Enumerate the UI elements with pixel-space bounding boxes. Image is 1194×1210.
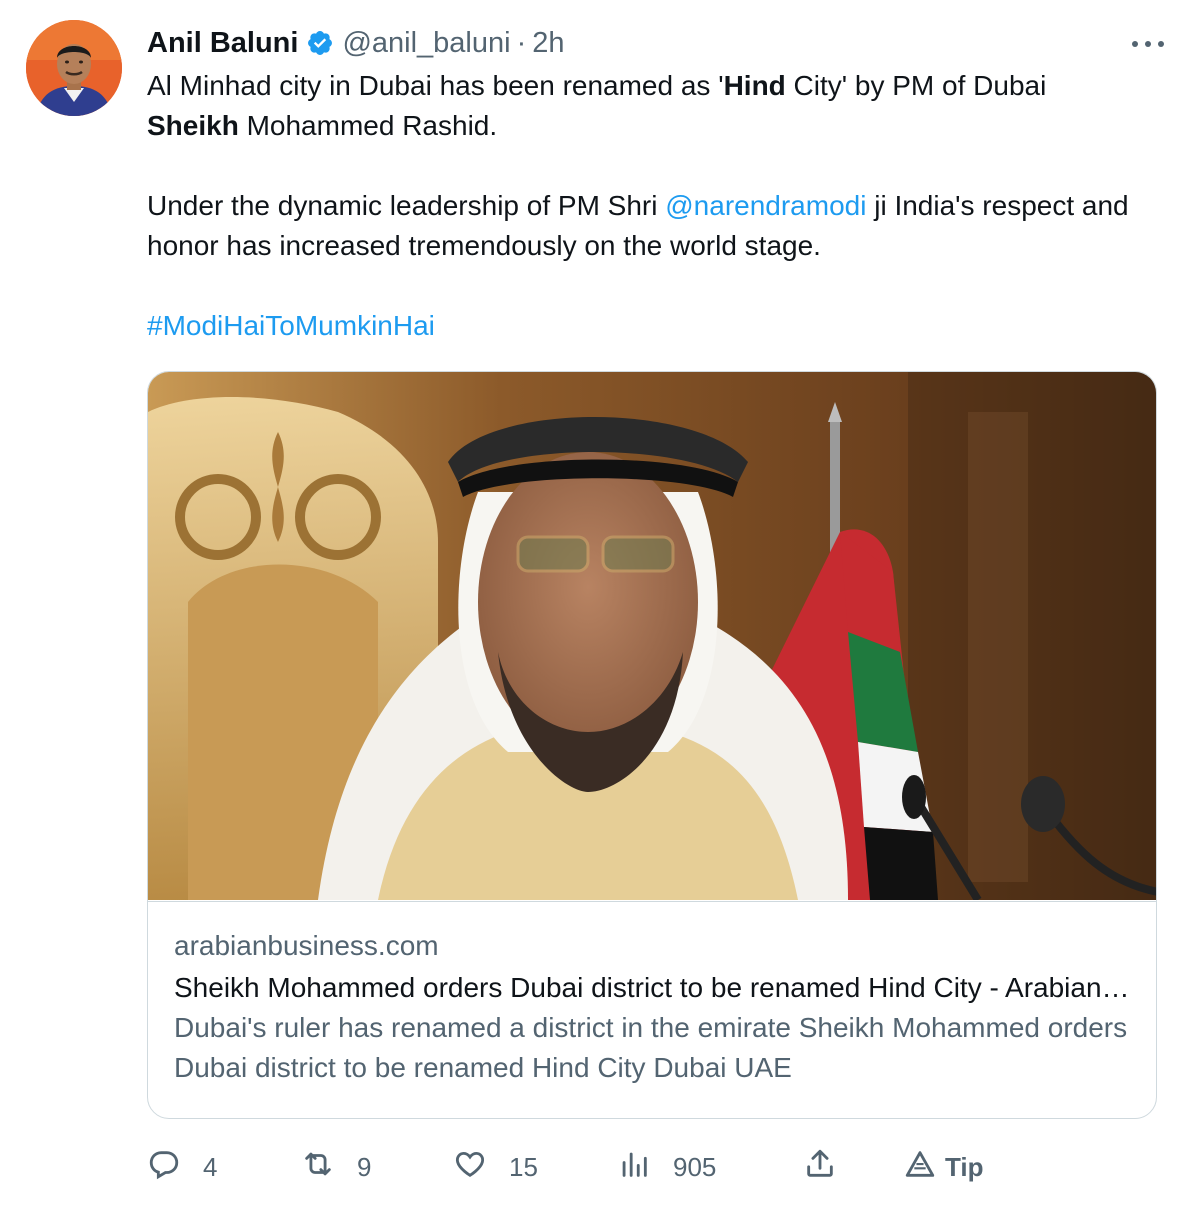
timestamp[interactable]: 2h — [532, 27, 564, 60]
bold-text-hind: Hind — [723, 70, 786, 101]
card-description: Dubai's ruler has renamed a district in … — [174, 1012, 1128, 1083]
mention-link[interactable]: @narendramodi — [665, 190, 866, 221]
tip-button[interactable]: Tip — [903, 1146, 984, 1188]
retweet-icon — [301, 1147, 335, 1188]
tweet-paragraph-1: Al Minhad city in Dubai has been renamed… — [147, 66, 1157, 146]
display-name[interactable]: Anil Baluni — [147, 27, 298, 60]
card-domain: arabianbusiness.com — [174, 930, 439, 961]
views-count: 905 — [673, 1151, 717, 1182]
retweet-button[interactable]: 9 — [301, 1146, 371, 1188]
heart-icon — [453, 1147, 487, 1188]
text-segment: Mohammed Rashid. — [238, 110, 498, 141]
tip-icon — [903, 1147, 937, 1188]
tweet-paragraph-2: Under the dynamic leadership of PM Shri … — [147, 186, 1157, 266]
text-segment: Al Minhad city in Dubai has been renamed… — [147, 70, 724, 101]
tweet-header: Anil Baluni @anil_baluni · 2h — [147, 24, 565, 62]
avatar[interactable] — [26, 20, 122, 116]
text-segment: Under the dynamic leadership of PM Shri — [147, 190, 666, 221]
like-button[interactable]: 15 — [453, 1146, 538, 1188]
card-image[interactable] — [148, 372, 1156, 900]
share-icon — [803, 1147, 837, 1188]
handle[interactable]: @anil_baluni — [342, 27, 510, 60]
share-button[interactable] — [803, 1146, 837, 1188]
views-button[interactable]: 905 — [617, 1146, 716, 1188]
tweet: Anil Baluni @anil_baluni · 2h Al Minhad … — [0, 0, 1194, 1210]
card-meta: arabianbusiness.com Sheikh Mohammed orde… — [148, 901, 1156, 1118]
more-options-icon[interactable] — [1128, 30, 1168, 58]
action-bar: 4 9 15 905 Tip — [147, 1146, 1047, 1188]
reply-button[interactable]: 4 — [147, 1146, 217, 1188]
card-title[interactable]: Sheikh Mohammed orders Dubai district to… — [174, 968, 1132, 1008]
verified-badge-icon — [306, 29, 334, 57]
link-preview-card[interactable]: arabianbusiness.com Sheikh Mohammed orde… — [147, 371, 1157, 1119]
tweet-text: Al Minhad city in Dubai has been renamed… — [147, 66, 1157, 346]
avatar-image — [26, 20, 122, 116]
bold-text-sheikh: Sheikh — [147, 110, 239, 141]
retweet-count: 9 — [357, 1151, 372, 1182]
text-segment: City' by PM of Dubai — [785, 70, 1047, 101]
reply-icon — [147, 1147, 181, 1188]
views-icon — [617, 1147, 651, 1188]
hashtag-link[interactable]: #ModiHaiToMumkinHai — [147, 310, 435, 341]
tip-label: Tip — [945, 1151, 984, 1182]
like-count: 15 — [509, 1151, 538, 1182]
tweet-paragraph-3: #ModiHaiToMumkinHai — [147, 306, 1157, 346]
reply-count: 4 — [203, 1151, 218, 1182]
separator-dot: · — [516, 26, 527, 59]
